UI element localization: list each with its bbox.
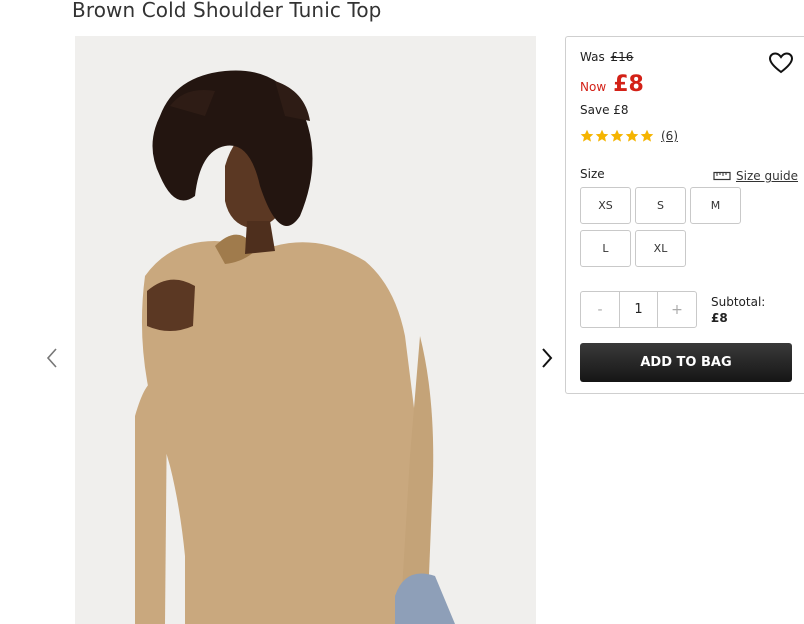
chevron-right-icon[interactable] — [539, 346, 555, 370]
quantity-increase-button[interactable]: + — [658, 292, 696, 327]
save-label: Save — [580, 103, 610, 117]
save-amount: Save £8 — [580, 103, 629, 117]
review-count-link[interactable]: (6) — [661, 129, 678, 143]
now-price: Now £8 — [580, 72, 644, 97]
wishlist-heart-icon[interactable] — [768, 51, 794, 75]
product-title: Brown Cold Shoulder Tunic Top — [72, 0, 382, 22]
was-label: Was — [580, 50, 605, 64]
size-label: Size — [580, 167, 605, 181]
size-option-l[interactable]: L — [580, 230, 631, 267]
size-guide-label: Size guide — [736, 169, 799, 183]
add-to-bag-button[interactable]: ADD TO BAG — [580, 343, 792, 382]
size-option-xl[interactable]: XL — [635, 230, 686, 267]
quantity-input[interactable]: 1 — [619, 292, 658, 327]
subtotal: Subtotal: £8 — [711, 294, 765, 326]
chevron-left-icon[interactable] — [44, 346, 60, 370]
subtotal-label: Subtotal: — [711, 295, 766, 309]
now-label: Now — [580, 80, 607, 94]
star-icon — [640, 129, 654, 142]
star-icon — [625, 129, 639, 142]
save-value: £8 — [613, 103, 629, 117]
was-price: Was £16 — [580, 50, 633, 64]
rating-stars[interactable]: (6) — [580, 129, 678, 143]
size-option-m[interactable]: M — [690, 187, 741, 224]
product-purchase-panel: Was £16 Now £8 Save £8 (6) Size Size gui… — [565, 36, 804, 394]
subtotal-amount: £8 — [711, 311, 728, 325]
size-option-s[interactable]: S — [635, 187, 686, 224]
sale-price: £8 — [613, 72, 644, 97]
product-image-gallery[interactable] — [75, 36, 536, 624]
quantity-stepper: - 1 + — [580, 291, 697, 328]
size-guide-link[interactable]: Size guide — [713, 169, 798, 183]
star-icon — [610, 129, 624, 142]
ruler-icon — [713, 171, 731, 181]
product-photo — [75, 36, 536, 624]
quantity-decrease-button[interactable]: - — [581, 292, 619, 327]
star-icon — [580, 129, 594, 142]
star-icon — [595, 129, 609, 142]
size-options: XS S M L XL — [580, 187, 748, 267]
size-option-xs[interactable]: XS — [580, 187, 631, 224]
original-price: £16 — [610, 50, 634, 64]
